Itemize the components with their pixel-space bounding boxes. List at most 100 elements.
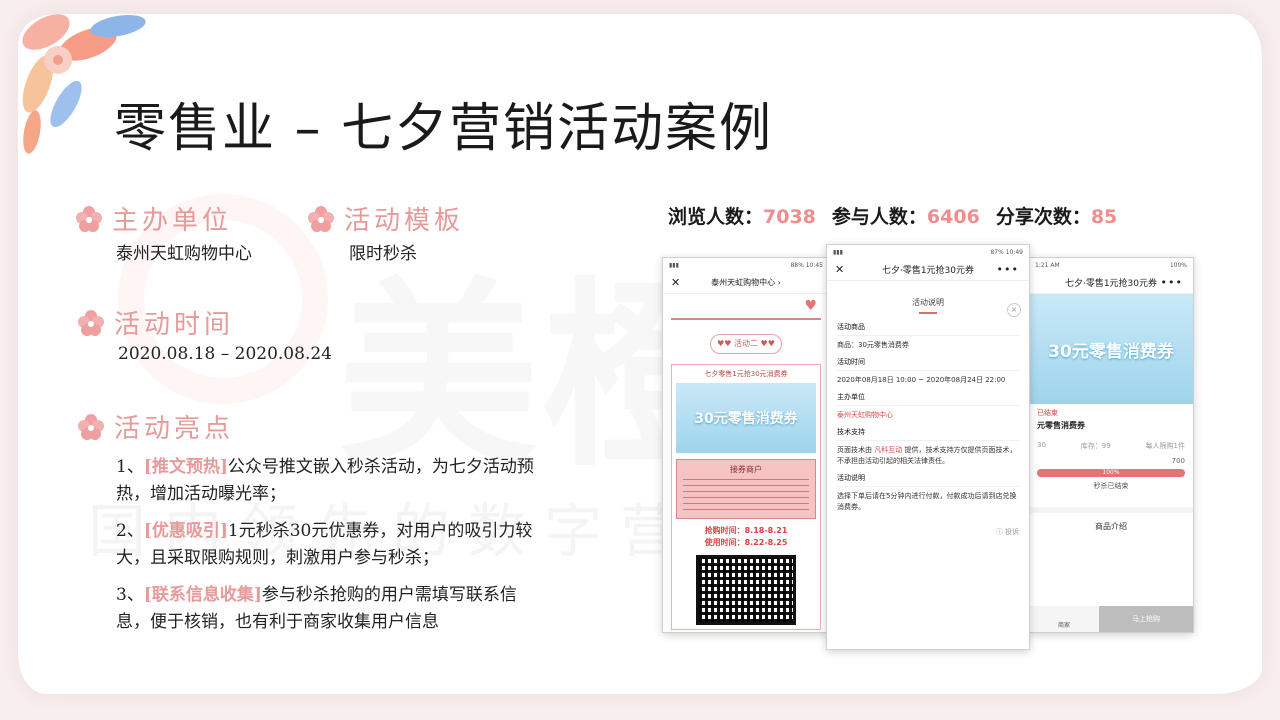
goods-value: 商品：30元零售消费券 bbox=[837, 341, 909, 349]
heading-underline bbox=[919, 312, 937, 314]
flower-bullet-icon bbox=[78, 309, 104, 336]
coupon-title: 七夕零售1元抢30元消费券 bbox=[704, 370, 788, 378]
tech-provider-link[interactable]: 凡科互动 bbox=[874, 446, 902, 454]
highlight-tag: [优惠吸引] bbox=[143, 521, 228, 541]
nav-bar: ✕ 七夕·零售1元抢30元券 ••• bbox=[827, 259, 1029, 281]
highlight-index: 2、 bbox=[116, 521, 144, 541]
nav-title: 七夕·零售1元抢30元券 bbox=[1064, 279, 1158, 289]
flower-bullet-icon bbox=[76, 205, 102, 232]
phone-screenshot-middle: ▮▮▮ 87% 10:49 ✕ 七夕·零售1元抢30元券 ••• 活动说明 × … bbox=[826, 244, 1030, 650]
more-icon[interactable]: ••• bbox=[1161, 276, 1183, 289]
qr-code bbox=[696, 555, 796, 625]
highlights-heading: 活动亮点 bbox=[76, 408, 234, 445]
status-battery-time: 87% 10:49 bbox=[990, 248, 1023, 256]
template-value: 限时秒杀 bbox=[349, 244, 417, 264]
tech-label: 技术支持 bbox=[837, 427, 1019, 441]
goods-label: 活动商品 bbox=[837, 322, 1019, 336]
ended-tag: 已结束 bbox=[1037, 409, 1058, 417]
highlight-index: 3、 bbox=[116, 585, 144, 605]
shares-label: 分享次数： bbox=[995, 206, 1091, 228]
phone-screenshot-left: ▮▮▮ 88% 10:45 ✕ 泰州天虹购物中心 › ♥ ♥♥ 活动二 ♥♥ 七… bbox=[662, 257, 830, 633]
organizer-heading-label: 主办单位 bbox=[112, 206, 233, 236]
flower-bullet-icon bbox=[308, 205, 334, 232]
product-meta-row: 30 库存：99 每人限购1件 bbox=[1029, 433, 1193, 455]
merchant-button[interactable]: 商家 bbox=[1029, 606, 1099, 632]
desc-value: 选择下单后请在5分钟内进行付款，付款成功后请到店兑换消费券。 bbox=[837, 492, 1017, 511]
product-intro-tab[interactable]: 商品介绍 bbox=[1029, 507, 1193, 540]
flower-bullet-icon bbox=[78, 413, 104, 440]
time-value: 2020年08月18日 10:00 ~ 2020年08月24日 22:00 bbox=[837, 376, 1006, 384]
sale-ended-text: 秒杀已结束 bbox=[1093, 482, 1129, 490]
nav-bar: ✕ 泰州天虹购物中心 › bbox=[663, 272, 829, 294]
status-battery-time: 88% 10:45 bbox=[790, 261, 823, 269]
activity-tab[interactable]: ♥♥ 活动二 ♥♥ bbox=[710, 334, 782, 354]
participants-label: 参与人数： bbox=[831, 206, 927, 228]
buy-now-button[interactable]: 马上抢购 bbox=[1099, 606, 1193, 632]
promo-banner: 30元零售消费券 bbox=[1029, 294, 1193, 404]
coupon-times: 抢购时间：8.18-8.21 使用时间：8.22-8.25 bbox=[676, 525, 816, 549]
banner-text: 30元零售消费券 bbox=[1048, 341, 1174, 362]
price: 30 bbox=[1037, 441, 1046, 449]
status-bar: ▮▮▮ 88% 10:45 bbox=[663, 258, 829, 272]
stats-line: 浏览人数：7038 参与人数：6406 分享次数：85 bbox=[668, 202, 1117, 229]
phone-screenshot-right: 1:21 AM 100% 七夕·零售1元抢30元券 ••• 30元零售消费券 已… bbox=[1028, 257, 1194, 633]
highlight-tag: [联系信息收集] bbox=[143, 585, 262, 605]
merchant-grid bbox=[683, 479, 809, 515]
header-strip: ♥ bbox=[671, 294, 821, 320]
close-icon[interactable]: ✕ bbox=[835, 263, 844, 276]
status-battery: 100% bbox=[1169, 261, 1187, 269]
time-heading-label: 活动时间 bbox=[114, 310, 235, 340]
time-label: 活动时间 bbox=[837, 357, 1019, 371]
highlight-index: 1、 bbox=[116, 457, 144, 477]
template-heading-label: 活动模板 bbox=[344, 206, 465, 236]
time-value: 2020.08.18 – 2020.08.24 bbox=[118, 344, 332, 364]
stock: 库存：99 bbox=[1080, 442, 1111, 450]
banner-text: 30元零售消费券 bbox=[694, 411, 798, 427]
product-name: 元零售消费券 bbox=[1037, 421, 1085, 430]
status-bar: 1:21 AM 100% bbox=[1029, 258, 1193, 272]
views-count: 7038 bbox=[763, 206, 816, 228]
signal-icon: ▮▮▮ bbox=[833, 248, 843, 256]
highlight-item: 3、[联系信息收集]参与秒杀抢购的用户需填写联系信息，便于核销，也有利于商家收集… bbox=[116, 582, 546, 636]
sold-count: 700 bbox=[1171, 457, 1185, 465]
org-label: 主办单位 bbox=[837, 392, 1019, 406]
highlight-item: 1、[推文预热]公众号推文嵌入秒杀活动，为七夕活动预热，增加活动曝光率； bbox=[116, 454, 546, 508]
use-time: 使用时间：8.22-8.25 bbox=[704, 538, 788, 547]
time-heading: 活动时间 bbox=[76, 304, 234, 341]
shares-count: 85 bbox=[1090, 206, 1118, 228]
tech-value: 页面技术由 凡科互动 提供，技术支持方仅提供页面技术，不承担由活动引起的相关法律… bbox=[837, 445, 1019, 467]
highlight-tag: [推文预热] bbox=[143, 457, 228, 477]
signal-icon: ▮▮▮ bbox=[669, 261, 679, 269]
highlight-item: 2、[优惠吸引]1元秒杀30元优惠券，对用户的吸引力较大，且采取限购规则，刺激用… bbox=[116, 518, 546, 572]
nav-title: 七夕·零售1元抢30元券 bbox=[881, 266, 975, 276]
highlights-heading-label: 活动亮点 bbox=[114, 414, 235, 444]
participants-count: 6406 bbox=[926, 206, 980, 228]
org-value: 泰州天虹购物中心 bbox=[837, 411, 893, 419]
template-heading: 活动模板 bbox=[306, 200, 464, 237]
tech-prefix: 页面技术由 bbox=[837, 446, 875, 454]
coupon-frame: 七夕零售1元抢30元消费券 30元零售消费券 接券商户 抢购时间：8.18-8.… bbox=[671, 364, 821, 630]
close-icon[interactable]: ✕ bbox=[671, 276, 680, 289]
merchant-title: 接券商户 bbox=[730, 465, 762, 474]
progress-bar: 100% bbox=[1037, 469, 1185, 477]
limit: 每人限购1件 bbox=[1145, 442, 1185, 450]
report-link[interactable]: ⓘ 投诉 bbox=[837, 527, 1019, 538]
heart-icon: ♥ bbox=[804, 298, 817, 314]
rules-body: 活动商品 商品：30元零售消费券 活动时间 2020年08月18日 10:00 … bbox=[827, 322, 1029, 538]
organizer-value: 泰州天虹购物中心 bbox=[116, 244, 252, 264]
page-title: 零售业 – 七夕营销活动案例 bbox=[114, 99, 774, 159]
nav-bar: 七夕·零售1元抢30元券 ••• bbox=[1029, 272, 1193, 294]
highlights-list: 1、[推文预热]公众号推文嵌入秒杀活动，为七夕活动预热，增加活动曝光率； 2、[… bbox=[116, 454, 546, 646]
promo-banner: 30元零售消费券 bbox=[676, 383, 816, 453]
bottom-action-bar: 商家 马上抢购 bbox=[1029, 606, 1193, 632]
organizer-heading: 主办单位 bbox=[74, 200, 232, 237]
slide-card: 美橙互联 国内领先的数字营销服务商 零售业 – 七夕营销活动案例 主办单位 泰州… bbox=[18, 14, 1262, 694]
nav-title[interactable]: 泰州天虹购物中心 › bbox=[711, 277, 781, 288]
purchase-time: 抢购时间：8.18-8.21 bbox=[704, 526, 788, 535]
views-label: 浏览人数： bbox=[668, 206, 764, 228]
more-icon[interactable]: ••• bbox=[997, 263, 1019, 276]
desc-label: 活动说明 bbox=[837, 473, 1019, 487]
merchant-table: 接券商户 bbox=[676, 459, 816, 519]
rules-heading: 活动说明 bbox=[912, 298, 944, 307]
close-rules-icon[interactable]: × bbox=[1007, 303, 1021, 317]
